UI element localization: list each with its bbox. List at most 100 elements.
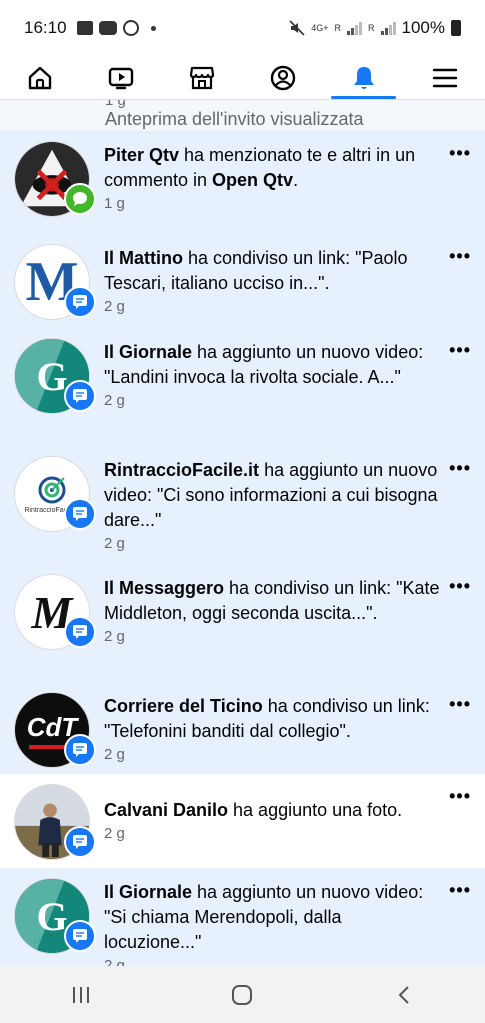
battery-percentage: 100%: [401, 18, 445, 37]
status-time: 16:10: [24, 18, 67, 37]
notification-time: 2 g: [104, 298, 125, 315]
battery-icon: [451, 20, 461, 36]
notification-time: 2 g: [104, 628, 125, 645]
notification-item[interactable]: RintraccioFacile.it RintraccioFacile.it …: [0, 446, 485, 564]
notification-time: 2 g: [104, 392, 125, 409]
status-right: 4G+ R R 100%: [289, 18, 461, 38]
notification-body: Piter Qtv ha menzionato te e altri in un…: [104, 141, 441, 224]
page-post-badge-icon: [64, 734, 96, 766]
notification-text: Il Giornale ha aggiunto un nuovo video: …: [104, 880, 441, 955]
notification-body: Corriere del Ticino ha condiviso un link…: [104, 692, 441, 764]
notification-body: Il Giornale ha aggiunto un nuovo video: …: [104, 878, 441, 966]
more-options-button[interactable]: •••: [449, 246, 471, 267]
notification-time: 2 g: [104, 957, 125, 966]
notification-item[interactable]: CdT Corriere del Ticino ha condiviso un …: [0, 682, 485, 774]
page-post-badge-icon: [64, 826, 96, 858]
network-type: 4G+: [311, 22, 329, 33]
notification-actor: Calvani Danilo: [104, 800, 229, 820]
notifications-icon: [353, 66, 374, 89]
avatar-wrap: G: [14, 338, 96, 414]
notification-actor: Il Giornale: [104, 882, 193, 902]
mute-icon: [289, 20, 305, 36]
notification-actor: Il Giornale: [104, 342, 193, 362]
avatar-wrap: CdT: [14, 692, 96, 768]
notification-text: RintraccioFacile.it ha aggiunto un nuovo…: [104, 458, 441, 533]
page-post-badge-icon: [64, 380, 96, 412]
tab-home[interactable]: [0, 56, 81, 99]
previous-notification-time: 1 g: [105, 100, 126, 109]
avatar-wrap: [14, 784, 96, 860]
tab-menu[interactable]: [404, 56, 485, 99]
home-square-icon: [232, 984, 253, 1005]
recent-apps-button[interactable]: [61, 975, 101, 1015]
notification-item[interactable]: G Il Giornale ha aggiunto un nuovo video…: [0, 868, 485, 966]
notification-actor: Il Mattino: [104, 248, 183, 268]
notification-text: Calvani Danilo ha aggiunto una foto.: [104, 798, 402, 823]
whatsapp-notification-icon: [122, 20, 139, 36]
notification-time: 2 g: [104, 825, 125, 842]
back-button[interactable]: [384, 975, 424, 1015]
status-left: 16:10: [24, 18, 156, 38]
il-giornale-logo: G: [36, 893, 68, 939]
notification-item[interactable]: M Il Mattino ha condiviso un link: "Paol…: [0, 234, 485, 328]
notifications-feed: 1 g Anteprima dell'invito visualizzata P…: [0, 100, 485, 966]
notification-body: Il Giornale ha aggiunto un nuovo video: …: [104, 338, 441, 436]
tab-notifications[interactable]: [323, 56, 404, 99]
home-icon: [29, 66, 52, 89]
more-options-button[interactable]: •••: [449, 458, 471, 479]
notification-text: Il Mattino ha condiviso un link: "Paolo …: [104, 246, 441, 296]
notification-actor: Piter Qtv: [104, 145, 180, 165]
home-button[interactable]: [222, 975, 262, 1015]
notification-item[interactable]: M Il Messaggero ha condiviso un link: "K…: [0, 564, 485, 682]
notification-item[interactable]: G Il Giornale ha aggiunto un nuovo video…: [0, 328, 485, 446]
signal-icon-2: [380, 21, 396, 35]
status-bar: 16:10 4G+ R R 100%: [0, 0, 485, 56]
tab-marketplace[interactable]: [162, 56, 243, 99]
system-navigation-bar: [0, 966, 485, 1023]
more-notifications-dot-icon: [150, 25, 156, 31]
marketplace-icon: [189, 66, 215, 89]
signal-label-1: R: [334, 22, 342, 33]
avatar-wrap: RintraccioFacile.it: [14, 456, 96, 532]
avatar-wrap: [14, 141, 96, 217]
page-post-badge-icon: [64, 920, 96, 952]
more-options-button[interactable]: •••: [449, 880, 471, 901]
notification-target: Open Qtv: [212, 170, 294, 190]
notification-actor: Il Messaggero: [104, 578, 225, 598]
avatar-wrap: M: [14, 244, 96, 320]
avatar-wrap: M: [14, 574, 96, 650]
notification-time: 1 g: [104, 195, 125, 212]
youtube-notification-icon: [98, 21, 117, 35]
recent-apps-icon: [72, 986, 89, 1003]
back-chevron-icon: [398, 985, 409, 1004]
notification-actor: RintraccioFacile.it: [104, 460, 260, 480]
menu-icon: [432, 68, 457, 87]
more-options-button[interactable]: •••: [449, 340, 471, 361]
notification-item[interactable]: Calvani Danilo ha aggiunto una foto. 2 g…: [0, 774, 485, 868]
signal-label-2: R: [368, 22, 375, 33]
page-post-badge-icon: [64, 498, 96, 530]
notification-text: Il Giornale ha aggiunto un nuovo video: …: [104, 340, 441, 390]
previous-notification-text: Anteprima dell'invito visualizzata: [105, 109, 364, 129]
previous-notification[interactable]: 1 g Anteprima dell'invito visualizzata: [0, 100, 485, 131]
avatar-wrap: G: [14, 878, 96, 954]
more-options-button[interactable]: •••: [449, 786, 471, 807]
page-post-badge-icon: [64, 616, 96, 648]
page-post-badge-icon: [64, 286, 96, 318]
notification-time: 2 g: [104, 746, 125, 763]
tab-video[interactable]: [81, 56, 162, 99]
notification-body: Il Mattino ha condiviso un link: "Paolo …: [104, 244, 441, 318]
il-giornale-logo: G: [36, 353, 68, 399]
profile-icon: [270, 65, 296, 90]
more-options-button[interactable]: •••: [449, 694, 471, 715]
notification-time: 2 g: [104, 535, 125, 552]
notification-body: Calvani Danilo ha aggiunto una foto. 2 g: [104, 784, 402, 858]
signal-icon: [347, 21, 363, 35]
notification-item[interactable]: Piter Qtv ha menzionato te e altri in un…: [0, 131, 485, 234]
notification-message: ha aggiunto una foto.: [228, 800, 403, 820]
notification-body: RintraccioFacile.it ha aggiunto un nuovo…: [104, 456, 441, 554]
tab-profile[interactable]: [242, 56, 323, 99]
more-options-button[interactable]: •••: [449, 576, 471, 597]
more-options-button[interactable]: •••: [449, 143, 471, 164]
comment-badge-icon: [64, 183, 96, 215]
